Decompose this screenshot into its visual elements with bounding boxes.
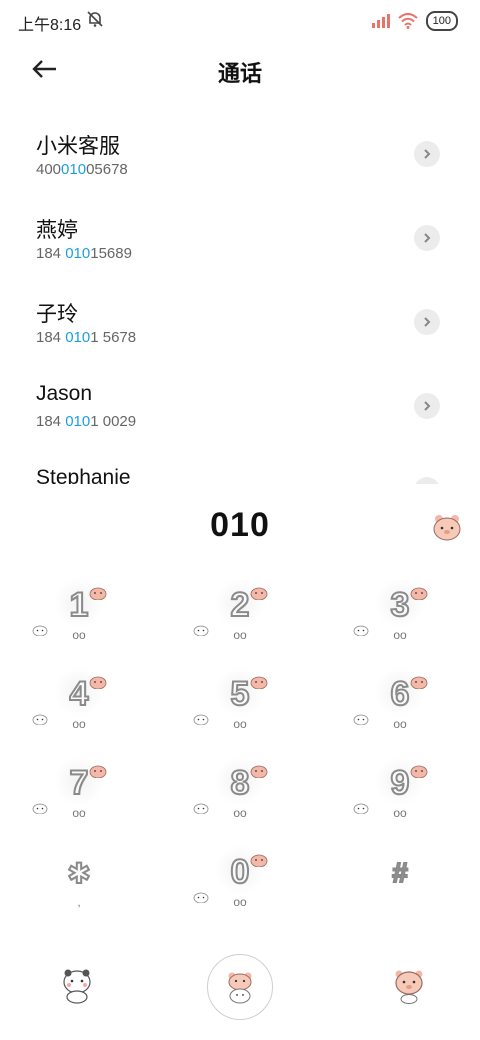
key-8[interactable]: 8 oo <box>185 748 295 834</box>
key-9[interactable]: 9 oo <box>345 748 455 834</box>
bunny-sticker-icon <box>32 714 48 725</box>
number-prefix: 184 <box>36 329 66 346</box>
contact-number: 184 01015689 <box>36 245 132 262</box>
key-hash[interactable]: # <box>345 837 455 923</box>
number-match: 010 <box>65 413 91 430</box>
chevron-right-icon <box>424 317 431 327</box>
number-prefix: 400 <box>36 161 62 178</box>
bunny-sticker-icon <box>193 625 209 636</box>
contact-name: Jason <box>36 382 93 405</box>
dial-keypad: 1 oo 2 oo 3 oo 4 oo 5 oo 6 oo 7 oo 8 oo … <box>0 570 480 930</box>
key-5[interactable]: 5 oo <box>185 659 295 745</box>
number-suffix: 1 0029 <box>90 413 137 430</box>
pig-sticker-icon <box>250 587 268 600</box>
number-suffix: 15689 <box>90 245 132 262</box>
key-digit: 5 <box>230 674 251 714</box>
key-digit: 4 <box>69 674 90 714</box>
list-item[interactable]: Jason 184 0101 0029 <box>0 364 480 448</box>
wifi-icon <box>397 13 418 29</box>
search-results-list[interactable]: 小米客服 40001005678 燕婷 184 01015689 子玲 184 … <box>0 112 480 484</box>
key-3[interactable]: 3 oo <box>345 570 455 656</box>
contact-name: Stephanie <box>36 466 131 484</box>
bunny-sticker-icon <box>193 892 209 903</box>
number-prefix: 184 <box>36 413 66 430</box>
contact-name: 子玲 <box>36 303 78 326</box>
key-0[interactable]: 0 oo <box>185 837 295 923</box>
contact-number: 184 0101 5678 <box>36 329 136 346</box>
contact-name: 燕婷 <box>36 219 78 242</box>
list-item[interactable]: 燕婷 184 01015689 <box>0 196 480 280</box>
number-suffix: 1 5678 <box>90 329 137 346</box>
contact-detail-button[interactable] <box>414 141 440 167</box>
contact-name: 小米客服 <box>36 135 120 158</box>
chevron-right-icon <box>424 233 431 243</box>
key-digit: 6 <box>390 674 411 714</box>
key-1[interactable]: 1 oo <box>24 570 134 656</box>
number-match: 010 <box>65 329 91 346</box>
bunny-sticker-icon[interactable] <box>60 968 94 1004</box>
contact-detail-button[interactable] <box>414 393 440 419</box>
pig-sticker-icon <box>89 587 107 600</box>
bell-off-icon <box>87 11 103 27</box>
key-digit: 9 <box>390 763 411 803</box>
bunny-sticker-icon <box>353 625 369 636</box>
number-match: 010 <box>61 161 87 178</box>
dial-entry: 010 <box>0 486 480 566</box>
list-item[interactable]: 小米客服 40001005678 <box>0 112 480 196</box>
list-item[interactable]: Stephanie <box>0 448 480 484</box>
contact-number: 184 0101 0029 <box>36 413 136 430</box>
chevron-right-icon <box>424 149 431 159</box>
key-digit: ✱ <box>66 857 91 890</box>
key-subtext: , <box>77 895 81 909</box>
pig-sticker-icon <box>250 854 268 867</box>
pig-sticker-icon <box>89 765 107 778</box>
list-item[interactable]: 子玲 184 0101 5678 <box>0 280 480 364</box>
pig-sticker-icon[interactable] <box>432 512 462 542</box>
pig-sticker-icon[interactable] <box>392 968 426 1004</box>
pig-sticker-icon <box>228 972 252 1004</box>
dialed-number[interactable]: 010 <box>0 506 480 545</box>
key-digit: 2 <box>230 585 251 625</box>
status-bar: 上午8:16 100 <box>0 0 480 40</box>
key-digit: 8 <box>230 763 251 803</box>
status-time: 上午8:16 <box>18 17 82 34</box>
bunny-sticker-icon <box>193 714 209 725</box>
number-match: 010 <box>65 245 91 262</box>
page-title: 通话 <box>217 61 262 86</box>
contact-detail-button[interactable] <box>414 225 440 251</box>
key-7[interactable]: 7 oo <box>24 748 134 834</box>
number-prefix: 184 <box>36 245 66 262</box>
pig-sticker-icon <box>250 676 268 689</box>
pig-sticker-icon <box>89 676 107 689</box>
pig-sticker-icon <box>250 765 268 778</box>
key-digit: 7 <box>69 763 90 803</box>
signal-icon <box>371 14 390 28</box>
bunny-sticker-icon <box>353 714 369 725</box>
dialer-action-bar <box>0 940 480 1040</box>
key-6[interactable]: 6 oo <box>345 659 455 745</box>
pig-sticker-icon <box>410 676 428 689</box>
key-digit: 0 <box>230 852 251 892</box>
chevron-right-icon <box>424 401 431 411</box>
key-4[interactable]: 4 oo <box>24 659 134 745</box>
bunny-sticker-icon <box>353 803 369 814</box>
number-suffix: 05678 <box>86 161 128 178</box>
key-star[interactable]: ✱ , <box>24 837 134 923</box>
bunny-sticker-icon <box>32 625 48 636</box>
key-digit: 3 <box>390 585 411 625</box>
bunny-sticker-icon <box>193 803 209 814</box>
battery-indicator: 100 <box>425 11 458 31</box>
contact-detail-button[interactable] <box>414 477 440 484</box>
pig-sticker-icon <box>410 587 428 600</box>
contact-detail-button[interactable] <box>414 309 440 335</box>
bunny-sticker-icon <box>32 803 48 814</box>
pig-sticker-icon <box>410 765 428 778</box>
app-header: 通话 <box>0 40 480 100</box>
key-digit: # <box>391 856 409 889</box>
key-digit: 1 <box>69 585 90 625</box>
call-button[interactable] <box>207 954 273 1020</box>
contact-number: 40001005678 <box>36 161 128 178</box>
key-2[interactable]: 2 oo <box>185 570 295 656</box>
